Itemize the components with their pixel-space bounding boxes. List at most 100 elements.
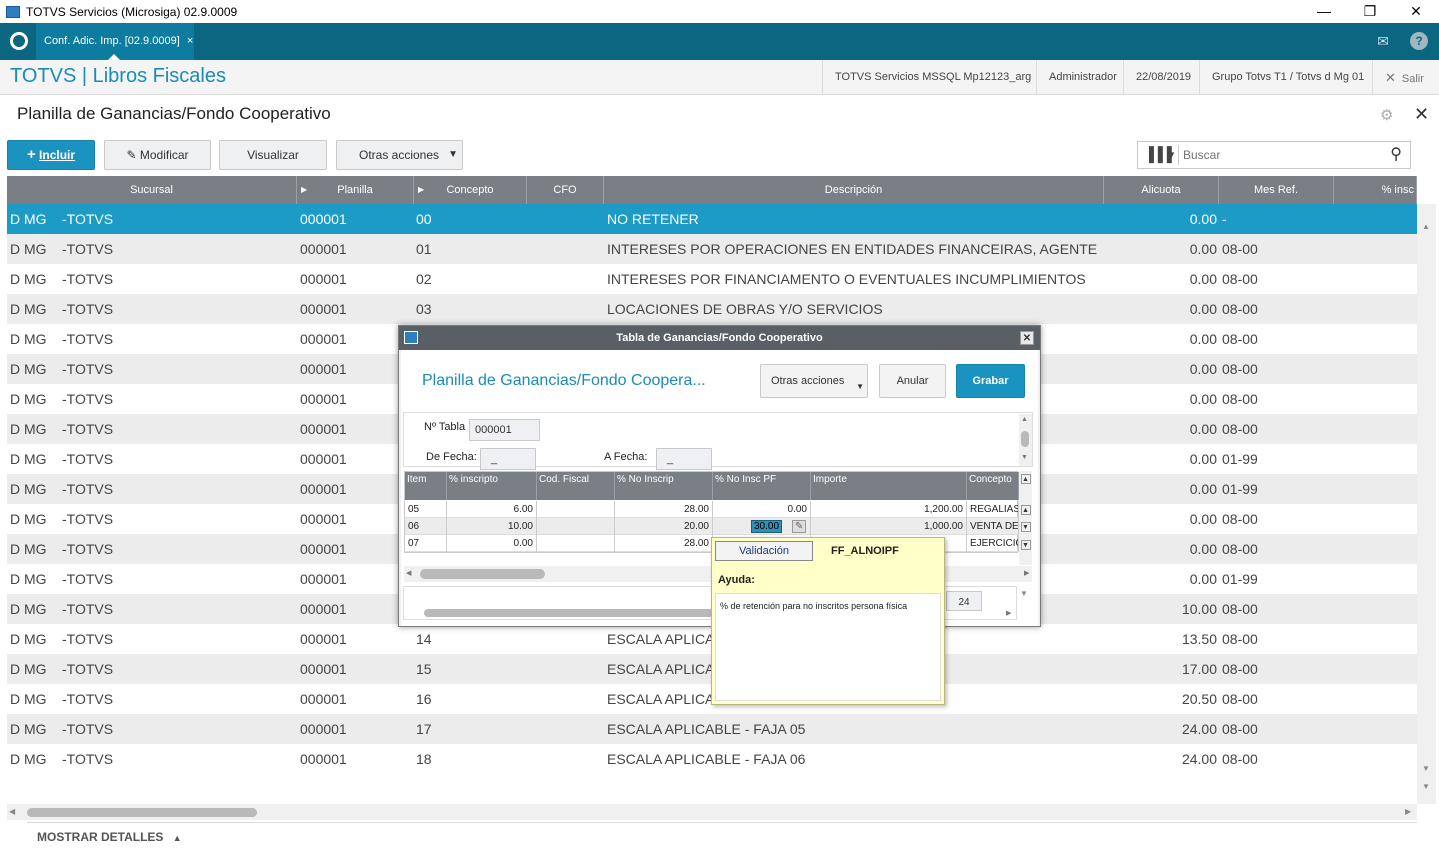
dialog-otras-acciones-button[interactable]: Otras acciones ▼ bbox=[760, 364, 868, 398]
items-row[interactable]: 05 6.00 28.00 0.00 1,200.00 REGALIAS bbox=[405, 501, 1019, 518]
cell-mes: 01-99 bbox=[1222, 451, 1258, 467]
validacion-button[interactable]: Validación bbox=[715, 541, 813, 561]
columns-icon[interactable]: ▐▐▐ bbox=[1144, 146, 1172, 162]
show-details-bar[interactable]: MOSTRAR DETALLES ▲ bbox=[27, 822, 1417, 850]
table-row[interactable]: D MG -TOTVS 000001 17 ESCALA APLICABLE - FAJ… bbox=[7, 714, 1417, 744]
items-scroll-down-icon[interactable]: ▼ bbox=[1021, 522, 1031, 532]
icell-imp[interactable]: 1,200.00 bbox=[811, 501, 967, 518]
cell-desc: LOCACIONES DE OBRAS Y/O SERVICIOS bbox=[607, 301, 883, 317]
de-fecha-field[interactable]: _ bbox=[480, 448, 536, 470]
form-scroll-up-icon[interactable]: ▲ bbox=[1021, 416, 1028, 423]
items-scroll-up-icon[interactable]: ▲ bbox=[1021, 505, 1031, 515]
items-scroll-bottom-icon[interactable]: ▼ bbox=[1021, 540, 1031, 550]
icell-insc[interactable]: 0.00 bbox=[447, 535, 537, 552]
items-row[interactable]: 06 10.00 20.00 30.00 ✎ 1,000.00 VENTA DE bbox=[405, 518, 1019, 535]
icell-insc[interactable]: 10.00 bbox=[447, 518, 537, 535]
lookup-icon[interactable]: ✎ bbox=[792, 520, 807, 533]
icol-inscripto[interactable]: % inscripto bbox=[447, 472, 537, 500]
icell-item[interactable]: 06 bbox=[405, 518, 447, 535]
col-cfo[interactable]: CFO bbox=[527, 176, 604, 204]
icol-item[interactable]: Item bbox=[405, 472, 447, 500]
col-alicuota[interactable]: Alicuota bbox=[1104, 176, 1219, 204]
icell-conc[interactable]: REGALIAS bbox=[967, 501, 1019, 518]
cell-desc: ESCALA APLICABLE - FAJA 05 bbox=[607, 721, 806, 737]
help-icon[interactable]: ? bbox=[1410, 32, 1428, 50]
search-icon[interactable]: ⚲ bbox=[1390, 144, 1402, 164]
scroll-right-icon[interactable]: ▶ bbox=[1405, 807, 1411, 816]
a-fecha-field[interactable]: _ bbox=[656, 448, 712, 470]
items-scroll-right-icon[interactable]: ▶ bbox=[1024, 569, 1029, 577]
icol-cod-fiscal[interactable]: Cod. Fiscal bbox=[537, 472, 615, 500]
scroll-left-icon[interactable]: ◀ bbox=[9, 807, 15, 816]
col-descripcion[interactable]: Descripción bbox=[604, 176, 1104, 204]
dialog-close-icon[interactable]: ✕ bbox=[1020, 331, 1034, 345]
anular-button[interactable]: Anular bbox=[879, 364, 946, 398]
col-concepto[interactable]: ▶ Concepto bbox=[414, 176, 527, 204]
scroll-down-icon[interactable]: ▼ bbox=[1422, 764, 1430, 773]
table-row[interactable]: D MG -TOTVS 000001 03 LOCACIONES DE OBRAS Y/… bbox=[7, 294, 1417, 324]
items-scroll-top-icon[interactable]: ▲ bbox=[1021, 474, 1031, 484]
otras-acciones-button[interactable]: Otras acciones ▼ bbox=[336, 140, 463, 170]
icell-cod[interactable] bbox=[537, 501, 615, 518]
columns-dropdown-icon[interactable]: ▼ bbox=[1168, 150, 1176, 159]
col-mes-ref[interactable]: Mes Ref. bbox=[1219, 176, 1334, 204]
form-vertical-scrollbar[interactable]: ▲ ▼ bbox=[1019, 414, 1032, 466]
grid-vertical-scrollbar[interactable]: ▲ ▼ ▼ bbox=[1417, 204, 1436, 804]
scroll-thumb[interactable] bbox=[27, 808, 257, 817]
bottom-scroll-thumb[interactable] bbox=[424, 609, 724, 617]
icol-no-inscrip[interactable]: % No Inscrip bbox=[615, 472, 713, 500]
n-tabla-field[interactable]: 000001 bbox=[469, 419, 540, 441]
table-row[interactable]: D MG -TOTVS 000001 01 INTERESES POR OPERACIO… bbox=[7, 234, 1417, 264]
icell-item[interactable]: 07 bbox=[405, 535, 447, 552]
cell-plan: 000001 bbox=[300, 301, 347, 317]
scroll-down-end-icon[interactable]: ▼ bbox=[1422, 782, 1430, 791]
totvs-logo-icon[interactable] bbox=[10, 32, 28, 50]
icell-conc[interactable]: VENTA DE bbox=[967, 518, 1019, 535]
tab-close-icon[interactable]: × bbox=[187, 35, 193, 47]
search-input[interactable] bbox=[1183, 146, 1378, 164]
items-scroll-thumb[interactable] bbox=[420, 569, 545, 579]
visualizar-button[interactable]: Visualizar bbox=[219, 140, 327, 170]
icell-noinsc[interactable]: 28.00 bbox=[615, 535, 713, 552]
grabar-button[interactable]: Grabar bbox=[956, 364, 1025, 398]
icell-pf[interactable]: 0.00 bbox=[713, 501, 811, 518]
maximize-icon[interactable]: ❐ bbox=[1347, 0, 1393, 23]
bottom-scroll-down-icon[interactable]: ▼ bbox=[1020, 589, 1028, 598]
table-row[interactable]: D MG -TOTVS 000001 02 INTERESES POR FINANCIA… bbox=[7, 264, 1417, 294]
table-row[interactable]: D MG -TOTVS 000001 18 ESCALA APLICABLE - FAJ… bbox=[7, 744, 1417, 774]
items-scroll-left-icon[interactable]: ◀ bbox=[406, 569, 411, 577]
incluir-button[interactable]: + Incluir bbox=[7, 140, 95, 170]
close-page-icon[interactable]: ✕ bbox=[1414, 104, 1429, 125]
icell-conc[interactable]: EJERCICIO bbox=[967, 535, 1019, 552]
icell-cod[interactable] bbox=[537, 535, 615, 552]
icol-importe[interactable]: Importe bbox=[811, 472, 967, 500]
scroll-up-icon[interactable]: ▲ bbox=[1422, 222, 1430, 231]
icell-cod[interactable] bbox=[537, 518, 615, 535]
editing-value[interactable]: 30.00 bbox=[751, 520, 783, 533]
exit-button[interactable]: ✕ Salir bbox=[1372, 60, 1436, 95]
bottom-scroll-right-icon[interactable]: ▶ bbox=[1006, 609, 1011, 617]
grid-horizontal-scrollbar[interactable]: ◀ ▶ bbox=[7, 804, 1417, 820]
icell-item[interactable]: 05 bbox=[405, 501, 447, 518]
items-vertical-scrollbar[interactable]: ▲ ▲ ▼ ▼ bbox=[1019, 471, 1032, 565]
cell-mes: 08-00 bbox=[1222, 271, 1258, 287]
close-window-icon[interactable]: ✕ bbox=[1393, 0, 1439, 23]
icell-imp[interactable]: 1,000.00 bbox=[811, 518, 967, 535]
modificar-button[interactable]: ✎ Modificar bbox=[104, 140, 211, 170]
form-scroll-down-icon[interactable]: ▼ bbox=[1021, 454, 1028, 461]
icol-concepto[interactable]: Concepto bbox=[967, 472, 1019, 500]
icell-noinsc[interactable]: 20.00 bbox=[615, 518, 713, 535]
icell-noinsc[interactable]: 28.00 bbox=[615, 501, 713, 518]
bottom-value-field[interactable]: 24 bbox=[946, 591, 982, 611]
icol-no-insc-pf[interactable]: % No Insc PF bbox=[713, 472, 811, 500]
col-sucursal[interactable]: Sucursal bbox=[7, 176, 297, 204]
table-row[interactable]: D MG -TOTVS 000001 00 NO RETENER 0.00- bbox=[7, 204, 1417, 234]
col-pct-insc[interactable]: % insc bbox=[1334, 176, 1417, 204]
settings-gear-icon[interactable]: ⚙ bbox=[1380, 106, 1393, 124]
icell-pf[interactable]: 30.00 ✎ bbox=[713, 518, 811, 535]
minimize-icon[interactable]: — bbox=[1301, 0, 1347, 23]
form-scroll-thumb[interactable] bbox=[1021, 431, 1029, 447]
mail-icon[interactable]: ✉ bbox=[1373, 31, 1393, 51]
col-planilla[interactable]: ▶ Planilla bbox=[297, 176, 414, 204]
icell-insc[interactable]: 6.00 bbox=[447, 501, 537, 518]
